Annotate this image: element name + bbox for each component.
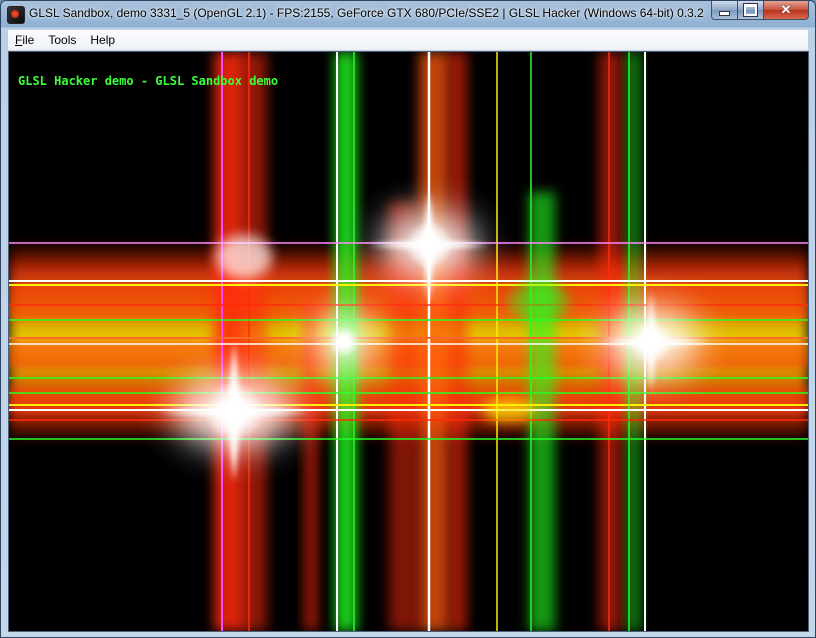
- maximize-button[interactable]: [738, 1, 764, 20]
- render-viewport[interactable]: GLSL Hacker demo - GLSL Sandbox demo: [8, 51, 809, 632]
- app-window: GLSL Sandbox, demo 3331_5 (OpenGL 2.1) -…: [0, 0, 816, 638]
- demo-overlay-label: GLSL Hacker demo - GLSL Sandbox demo: [18, 74, 279, 88]
- menu-tools-label: Tools: [48, 33, 77, 47]
- menu-help-label: Help: [90, 33, 116, 47]
- maximize-icon: [744, 4, 757, 16]
- close-button[interactable]: ✕: [764, 1, 809, 20]
- menu-file-label: ile: [22, 33, 35, 47]
- window-title: GLSL Sandbox, demo 3331_5 (OpenGL 2.1) -…: [29, 6, 704, 20]
- shader-render-canvas: [9, 52, 808, 631]
- menu-bar: File Tools Help: [8, 30, 808, 51]
- minimize-icon: [719, 10, 730, 16]
- menu-tools[interactable]: Tools: [41, 33, 83, 47]
- close-icon: ✕: [780, 2, 792, 17]
- menu-file[interactable]: File: [8, 33, 41, 47]
- menu-help[interactable]: Help: [83, 33, 122, 47]
- app-icon[interactable]: [7, 6, 25, 24]
- minimize-button[interactable]: [711, 1, 738, 20]
- title-bar[interactable]: GLSL Sandbox, demo 3331_5 (OpenGL 2.1) -…: [1, 1, 815, 28]
- caption-buttons: ✕: [711, 1, 809, 20]
